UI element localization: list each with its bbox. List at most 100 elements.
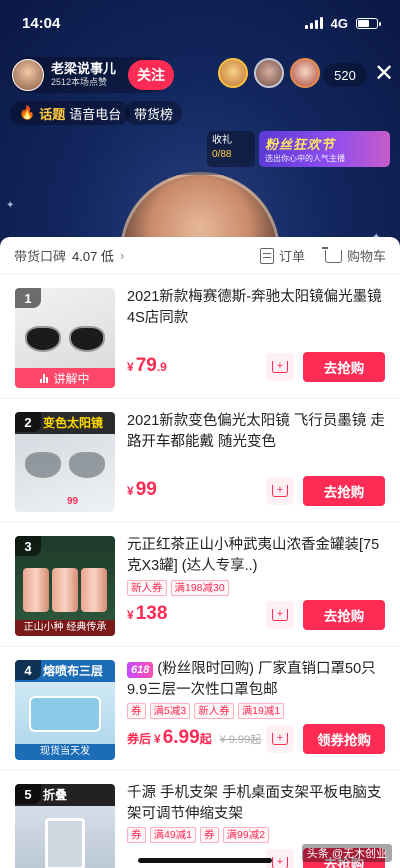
battery-icon [356,17,381,29]
home-indicator[interactable] [138,858,272,863]
coupon-tag: 满49减1 [149,827,197,843]
product-item[interactable]: 4 熔喷布三层 现货当天发 618 (粉丝限时回购) 厂家直销口罩50只9.9三层… [0,647,400,771]
reputation-link[interactable]: 带货口碑 4.07 低 › [14,246,240,265]
orders-label: 订单 [278,249,305,264]
sales-rank-tag[interactable]: 带货榜 [125,101,183,125]
promo-618-badge: 618 [127,662,154,678]
product-index: 2 [15,412,41,432]
gift-label: 收礼 [212,135,232,146]
top-viewers[interactable] [218,58,326,88]
add-to-cart-button[interactable]: + [266,601,294,629]
sunglasses-image [25,452,105,480]
orders-link[interactable]: 订单 [259,246,305,265]
reputation-score: 4.07 低 [72,249,114,264]
coupon-tag: 满99减2 [222,827,270,843]
close-icon[interactable]: ✕ [372,62,396,86]
host-name: 老梁说事儿 [51,61,117,77]
topic-tag-text: 语音电台 [69,106,122,122]
product-thumbnail[interactable]: 2 变色太阳镜 99 [15,412,115,512]
coupon-list: 新人券 满198减30 [127,580,229,596]
product-item[interactable]: 3 正山小种 经典传承 元正红茶正山小种武夷山浓香金罐装[75克X3罐] (达人… [0,523,400,647]
thumbnail-footer: 正山小种 经典传承 [15,620,115,636]
coupon-tag: 新人券 [127,580,167,596]
coupon-tag: 券 [127,703,146,719]
product-index: 4 [15,660,41,680]
tea-jar-image [81,568,107,612]
coupon-tag: 满198减30 [170,580,229,596]
buy-button[interactable]: 去抢购 [303,600,385,630]
currency-symbol: ¥ [154,732,161,746]
original-price: ¥ 9.99起 [219,734,262,746]
host-card[interactable]: 老梁说事儿 2512本场点赞 关注 [10,57,174,93]
gift-count: 0/88 [212,149,232,160]
product-title[interactable]: 千源 手机支架 手机桌面支架平板电脑支架可调节伸缩支架 [127,783,389,825]
host-avatar[interactable] [12,59,44,91]
coupon-tag: 券 [200,827,219,843]
price-integer: 138 [135,603,168,624]
phone-stand-image [45,818,85,868]
fans-banner-subtitle: 选出你心中的人气主播 [265,154,345,163]
host-likes: 2512本场点赞 [51,77,108,88]
fans-festival-banner[interactable]: 粉丝狂欢节 选出你心中的人气主播 [259,131,390,167]
status-bar: 14:04 4G [0,0,400,46]
topic-tag-label: 话题 [39,106,66,122]
currency-symbol: ¥ [127,360,134,374]
coupon-list: 券 满49减1 券 满99减2 [127,827,270,843]
fans-banner-title: 粉丝狂欢节 [265,137,336,152]
product-item[interactable]: 1 讲解中 2021新款梅赛德斯-奔驰太阳镜偏光墨镜 4S店同款 ¥ 79 .9… [0,275,400,399]
buy-button[interactable]: 去抢购 [303,476,385,506]
fire-icon: 🔥 [19,105,36,120]
add-cart-icon: + [272,485,288,497]
sparkle-icon: ✦ [6,200,15,211]
product-title[interactable]: 2021新款变色偏光太阳镜 飞行员墨镜 走路开车都能戴 随光变色 [127,411,389,453]
face-mask-image [29,696,101,732]
explaining-label: 讲解中 [53,371,90,386]
viewer-avatar[interactable] [218,58,248,88]
add-to-cart-button[interactable]: + [266,477,294,505]
add-to-cart-button[interactable]: + [266,353,294,381]
add-to-cart-button[interactable]: + [266,725,294,753]
viewer-count[interactable]: 520 [323,63,367,87]
claim-coupon-buy-button[interactable]: 领券抢购 [303,724,385,754]
chevron-right-icon: › [119,248,125,263]
cart-label: 购物车 [346,249,386,264]
product-title[interactable]: 618 (粉丝限时回购) 厂家直销口罩50只9.9三层一次性口罩包邮 [127,659,389,701]
product-thumbnail[interactable]: 5 折叠 [15,784,115,868]
product-thumbnail[interactable]: 3 正山小种 经典传承 [15,536,115,636]
network-type: 4G [330,15,348,31]
product-title[interactable]: 元正红茶正山小种武夷山浓香金罐装[75克X3罐] (达人专享..) [127,535,389,577]
price-suffix: 起 [199,732,212,746]
coupon-list: 券 满5减3 新人券 满19减1 [127,703,285,719]
add-cart-icon: + [272,857,288,868]
watermark: 头条 @无木创业 [301,844,392,862]
product-item[interactable]: 2 变色太阳镜 99 2021新款变色偏光太阳镜 飞行员墨镜 走路开车都能戴 随… [0,399,400,523]
topic-tag[interactable]: 🔥 话题 语音电台 [10,101,131,125]
product-price: ¥ 79 .9 [127,355,167,377]
signal-icon [304,17,323,29]
explaining-badge: 讲解中 [15,368,115,388]
add-cart-icon: + [272,733,288,745]
tea-jar-image [52,568,78,612]
shop-panel: 带货口碑 4.07 低 › 订单 购物车 1 讲解中 2021新款梅赛德斯-奔驰… [0,237,400,868]
product-title-text: (粉丝限时回购) 厂家直销口罩50只9.9三层一次性口罩包邮 [127,661,376,698]
buy-button[interactable]: 去抢购 [303,352,385,382]
product-index: 3 [15,536,41,556]
product-thumbnail[interactable]: 1 讲解中 [15,288,115,388]
product-price: ¥ 99 [127,479,157,501]
add-cart-icon: + [272,361,288,373]
thumbnail-price: 99 [67,496,79,507]
viewer-avatar[interactable] [254,58,284,88]
product-index: 5 [15,784,41,804]
viewer-avatar[interactable] [290,58,320,88]
coupon-tag: 满5减3 [149,703,191,719]
cart-link[interactable]: 购物车 [321,246,386,265]
price-integer: 99 [135,479,157,500]
product-thumbnail[interactable]: 4 熔喷布三层 现货当天发 [15,660,115,760]
reputation-label: 带货口碑 [14,249,67,264]
gift-counter[interactable]: 收礼 0/88 [207,131,255,167]
price-integer: 79 [135,355,157,376]
order-icon [259,247,274,264]
currency-symbol: ¥ [127,608,134,622]
product-title[interactable]: 2021新款梅赛德斯-奔驰太阳镜偏光墨镜 4S店同款 [127,287,389,329]
follow-button[interactable]: 关注 [128,60,174,90]
